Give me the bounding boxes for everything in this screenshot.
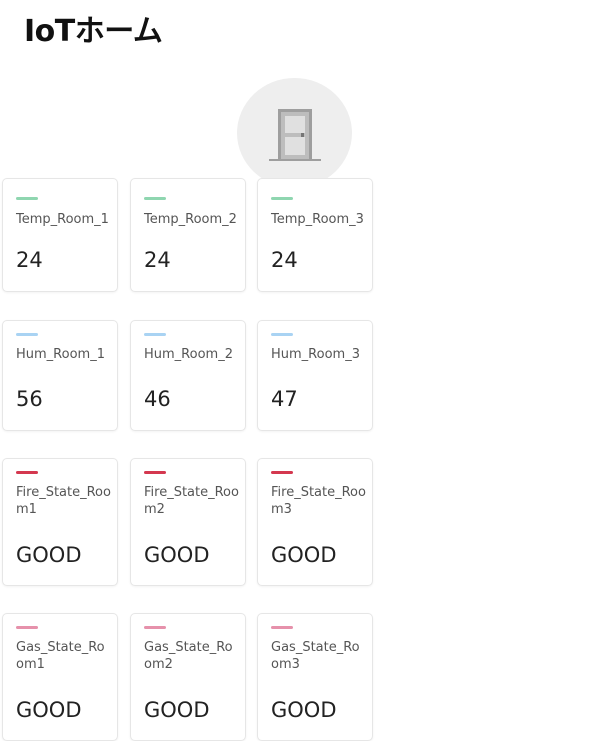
sensor-card-fire-room-1[interactable]: Fire_State_Room1 GOOD: [2, 458, 118, 586]
sensor-value: GOOD: [271, 543, 337, 567]
hum-accent-bar: [16, 333, 38, 336]
sensor-card-gas-room-3[interactable]: Gas_State_Room3 GOOD: [257, 613, 373, 741]
sensor-card-temp-room-3[interactable]: Temp_Room_3 24: [257, 178, 373, 292]
sensor-value: GOOD: [144, 698, 210, 722]
sensor-label: Fire_State_Room2: [144, 485, 239, 517]
sensor-card-fire-room-3[interactable]: Fire_State_Room3 GOOD: [257, 458, 373, 586]
sensor-card-hum-room-3[interactable]: Hum_Room_3 47: [257, 320, 373, 431]
sensor-value: GOOD: [16, 543, 82, 567]
fire-accent-bar: [16, 471, 38, 474]
fire-accent-bar: [144, 471, 166, 474]
temp-accent-bar: [16, 197, 38, 200]
gas-accent-bar: [16, 626, 38, 629]
sensor-label: Hum_Room_2: [144, 347, 233, 362]
sensor-card-hum-room-1[interactable]: Hum_Room_1 56: [2, 320, 118, 431]
temp-accent-bar: [271, 197, 293, 200]
sensor-label: Gas_State_Room3: [271, 640, 360, 672]
sensor-card-fire-room-2[interactable]: Fire_State_Room2 GOOD: [130, 458, 246, 586]
sensor-value: 24: [271, 248, 298, 272]
sensor-value: GOOD: [144, 543, 210, 567]
sensor-label: Fire_State_Room3: [271, 485, 366, 517]
sensor-value: GOOD: [16, 698, 82, 722]
sensor-label: Fire_State_Room1: [16, 485, 111, 517]
gas-accent-bar: [144, 626, 166, 629]
sensor-label: Gas_State_Room1: [16, 640, 105, 672]
sensor-card-temp-room-1[interactable]: Temp_Room_1 24: [2, 178, 118, 292]
sensor-label: Gas_State_Room2: [144, 640, 233, 672]
temp-accent-bar: [144, 197, 166, 200]
gas-accent-bar: [271, 626, 293, 629]
hum-accent-bar: [144, 333, 166, 336]
sensor-value: 24: [144, 248, 171, 272]
door-icon: [269, 109, 321, 161]
fire-accent-bar: [271, 471, 293, 474]
page-title: IoTホーム: [24, 14, 163, 49]
sensor-value: 46: [144, 387, 171, 411]
sensor-label: Temp_Room_2: [144, 212, 237, 227]
hum-accent-bar: [271, 333, 293, 336]
sensor-card-gas-room-2[interactable]: Gas_State_Room2 GOOD: [130, 613, 246, 741]
sensor-card-gas-room-1[interactable]: Gas_State_Room1 GOOD: [2, 613, 118, 741]
sensor-value: 24: [16, 248, 43, 272]
sensor-label: Temp_Room_3: [271, 212, 364, 227]
sensor-value: GOOD: [271, 698, 337, 722]
sensor-card-hum-room-2[interactable]: Hum_Room_2 46: [130, 320, 246, 431]
sensor-label: Hum_Room_1: [16, 347, 105, 362]
sensor-label: Temp_Room_1: [16, 212, 109, 227]
sensor-card-temp-room-2[interactable]: Temp_Room_2 24: [130, 178, 246, 292]
sensor-value: 56: [16, 387, 43, 411]
sensor-label: Hum_Room_3: [271, 347, 360, 362]
sensor-value: 47: [271, 387, 298, 411]
